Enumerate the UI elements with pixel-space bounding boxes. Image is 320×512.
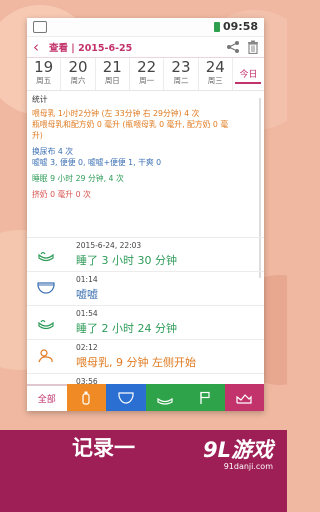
date-item[interactable]: 23 周二 xyxy=(164,58,199,90)
date-item[interactable]: 19 周五 xyxy=(27,58,62,90)
tab-sleep[interactable] xyxy=(145,384,185,411)
banner-text: 记录一 xyxy=(72,436,135,460)
stats-section: 统计 喂母乳 1小时2分钟 (左 33分钟 右 29分钟) 4 次 瓶喂母乳和配… xyxy=(27,91,264,200)
bottle-icon xyxy=(82,391,90,405)
clock: 09:58 xyxy=(222,20,258,33)
tab-bottle[interactable] xyxy=(66,384,106,411)
share-icon[interactable] xyxy=(226,40,240,54)
list-item[interactable]: 02:12 喂母乳, 9 分钟 左侧开始 xyxy=(27,339,264,373)
date-item[interactable]: 24 周三 xyxy=(199,58,233,90)
site-logo: 9L游戏 91danji.com xyxy=(203,438,273,471)
diaper-icon xyxy=(37,282,55,294)
trash-icon[interactable] xyxy=(247,40,259,54)
battery-icon xyxy=(214,22,220,32)
today-button[interactable]: 今日 xyxy=(232,58,264,90)
sleep-icon xyxy=(38,319,54,330)
date-selector: 19 周五 20 周六 21 周日 22 周一 23 周二 24 周三 今日 xyxy=(27,58,264,91)
date-item[interactable]: 20 周六 xyxy=(61,58,96,90)
tab-all[interactable]: 全部 xyxy=(27,384,67,411)
back-arrow-icon[interactable]: ‹ xyxy=(33,38,39,56)
tab-flag[interactable] xyxy=(185,384,225,411)
stats-sleep: 睡眠 9 小时 29 分钟, 4 次 xyxy=(32,174,124,183)
sleep-icon xyxy=(157,397,173,405)
sleep-icon xyxy=(38,251,54,262)
diaper-icon xyxy=(118,391,134,404)
filter-tab-bar: 全部 xyxy=(27,384,264,411)
page-title: 查看 | 2015-6-25 xyxy=(49,43,133,54)
entry-text: 睡了 2 小时 24 分钟 xyxy=(76,322,177,335)
stats-feed: 喂母乳 1小时2分钟 (左 33分钟 右 29分钟) 4 次 xyxy=(32,109,200,118)
stats-pump: 挤奶 0 毫升 0 次 xyxy=(32,190,91,199)
phone-screen: 09:58 ‹ 查看 | 2015-6-25 19 周五 20 周六 21 周日 22… xyxy=(27,18,264,411)
entry-text: 喂母乳, 9 分钟 左侧开始 xyxy=(76,356,196,369)
promo-banner: 记录一 9L游戏 91danji.com xyxy=(0,430,287,512)
stats-bottle-cont: 升) xyxy=(32,131,43,140)
list-item[interactable]: 2015-6-24, 22:03 睡了 3 小时 30 分钟 xyxy=(27,237,264,271)
notification-icon xyxy=(33,21,47,33)
status-bar: 09:58 xyxy=(27,18,264,37)
tab-growth[interactable] xyxy=(224,384,264,411)
list-item[interactable]: 01:14 嘘嘘 xyxy=(27,271,264,305)
stats-diaper-detail: 嘘嘘 3, 便便 0, 嘘嘘+便便 1, 干爽 0 xyxy=(32,158,162,167)
growth-chart-icon xyxy=(236,393,252,404)
list-item[interactable]: 01:54 睡了 2 小时 24 分钟 xyxy=(27,305,264,339)
stats-title: 统计 xyxy=(32,95,48,104)
entry-text: 嘘嘘 xyxy=(76,288,98,301)
record-list: 2015-6-24, 22:03 睡了 3 小时 30 分钟 01:14 嘘嘘 … xyxy=(27,237,264,407)
date-item[interactable]: 22 周一 xyxy=(130,58,165,90)
breastfeed-icon xyxy=(38,349,53,363)
stats-diaper: 换尿布 4 次 xyxy=(32,147,74,156)
entry-text: 睡了 3 小时 30 分钟 xyxy=(76,254,177,267)
tab-diaper[interactable] xyxy=(106,384,146,411)
date-item[interactable]: 21 周日 xyxy=(96,58,130,90)
title-bar: ‹ 查看 | 2015-6-25 xyxy=(27,37,264,58)
stats-bottle: 瓶喂母乳和配方奶 0 毫升 (瓶喂母乳 0 毫升, 配方奶 0 毫 xyxy=(32,120,229,129)
flag-icon xyxy=(200,391,210,404)
